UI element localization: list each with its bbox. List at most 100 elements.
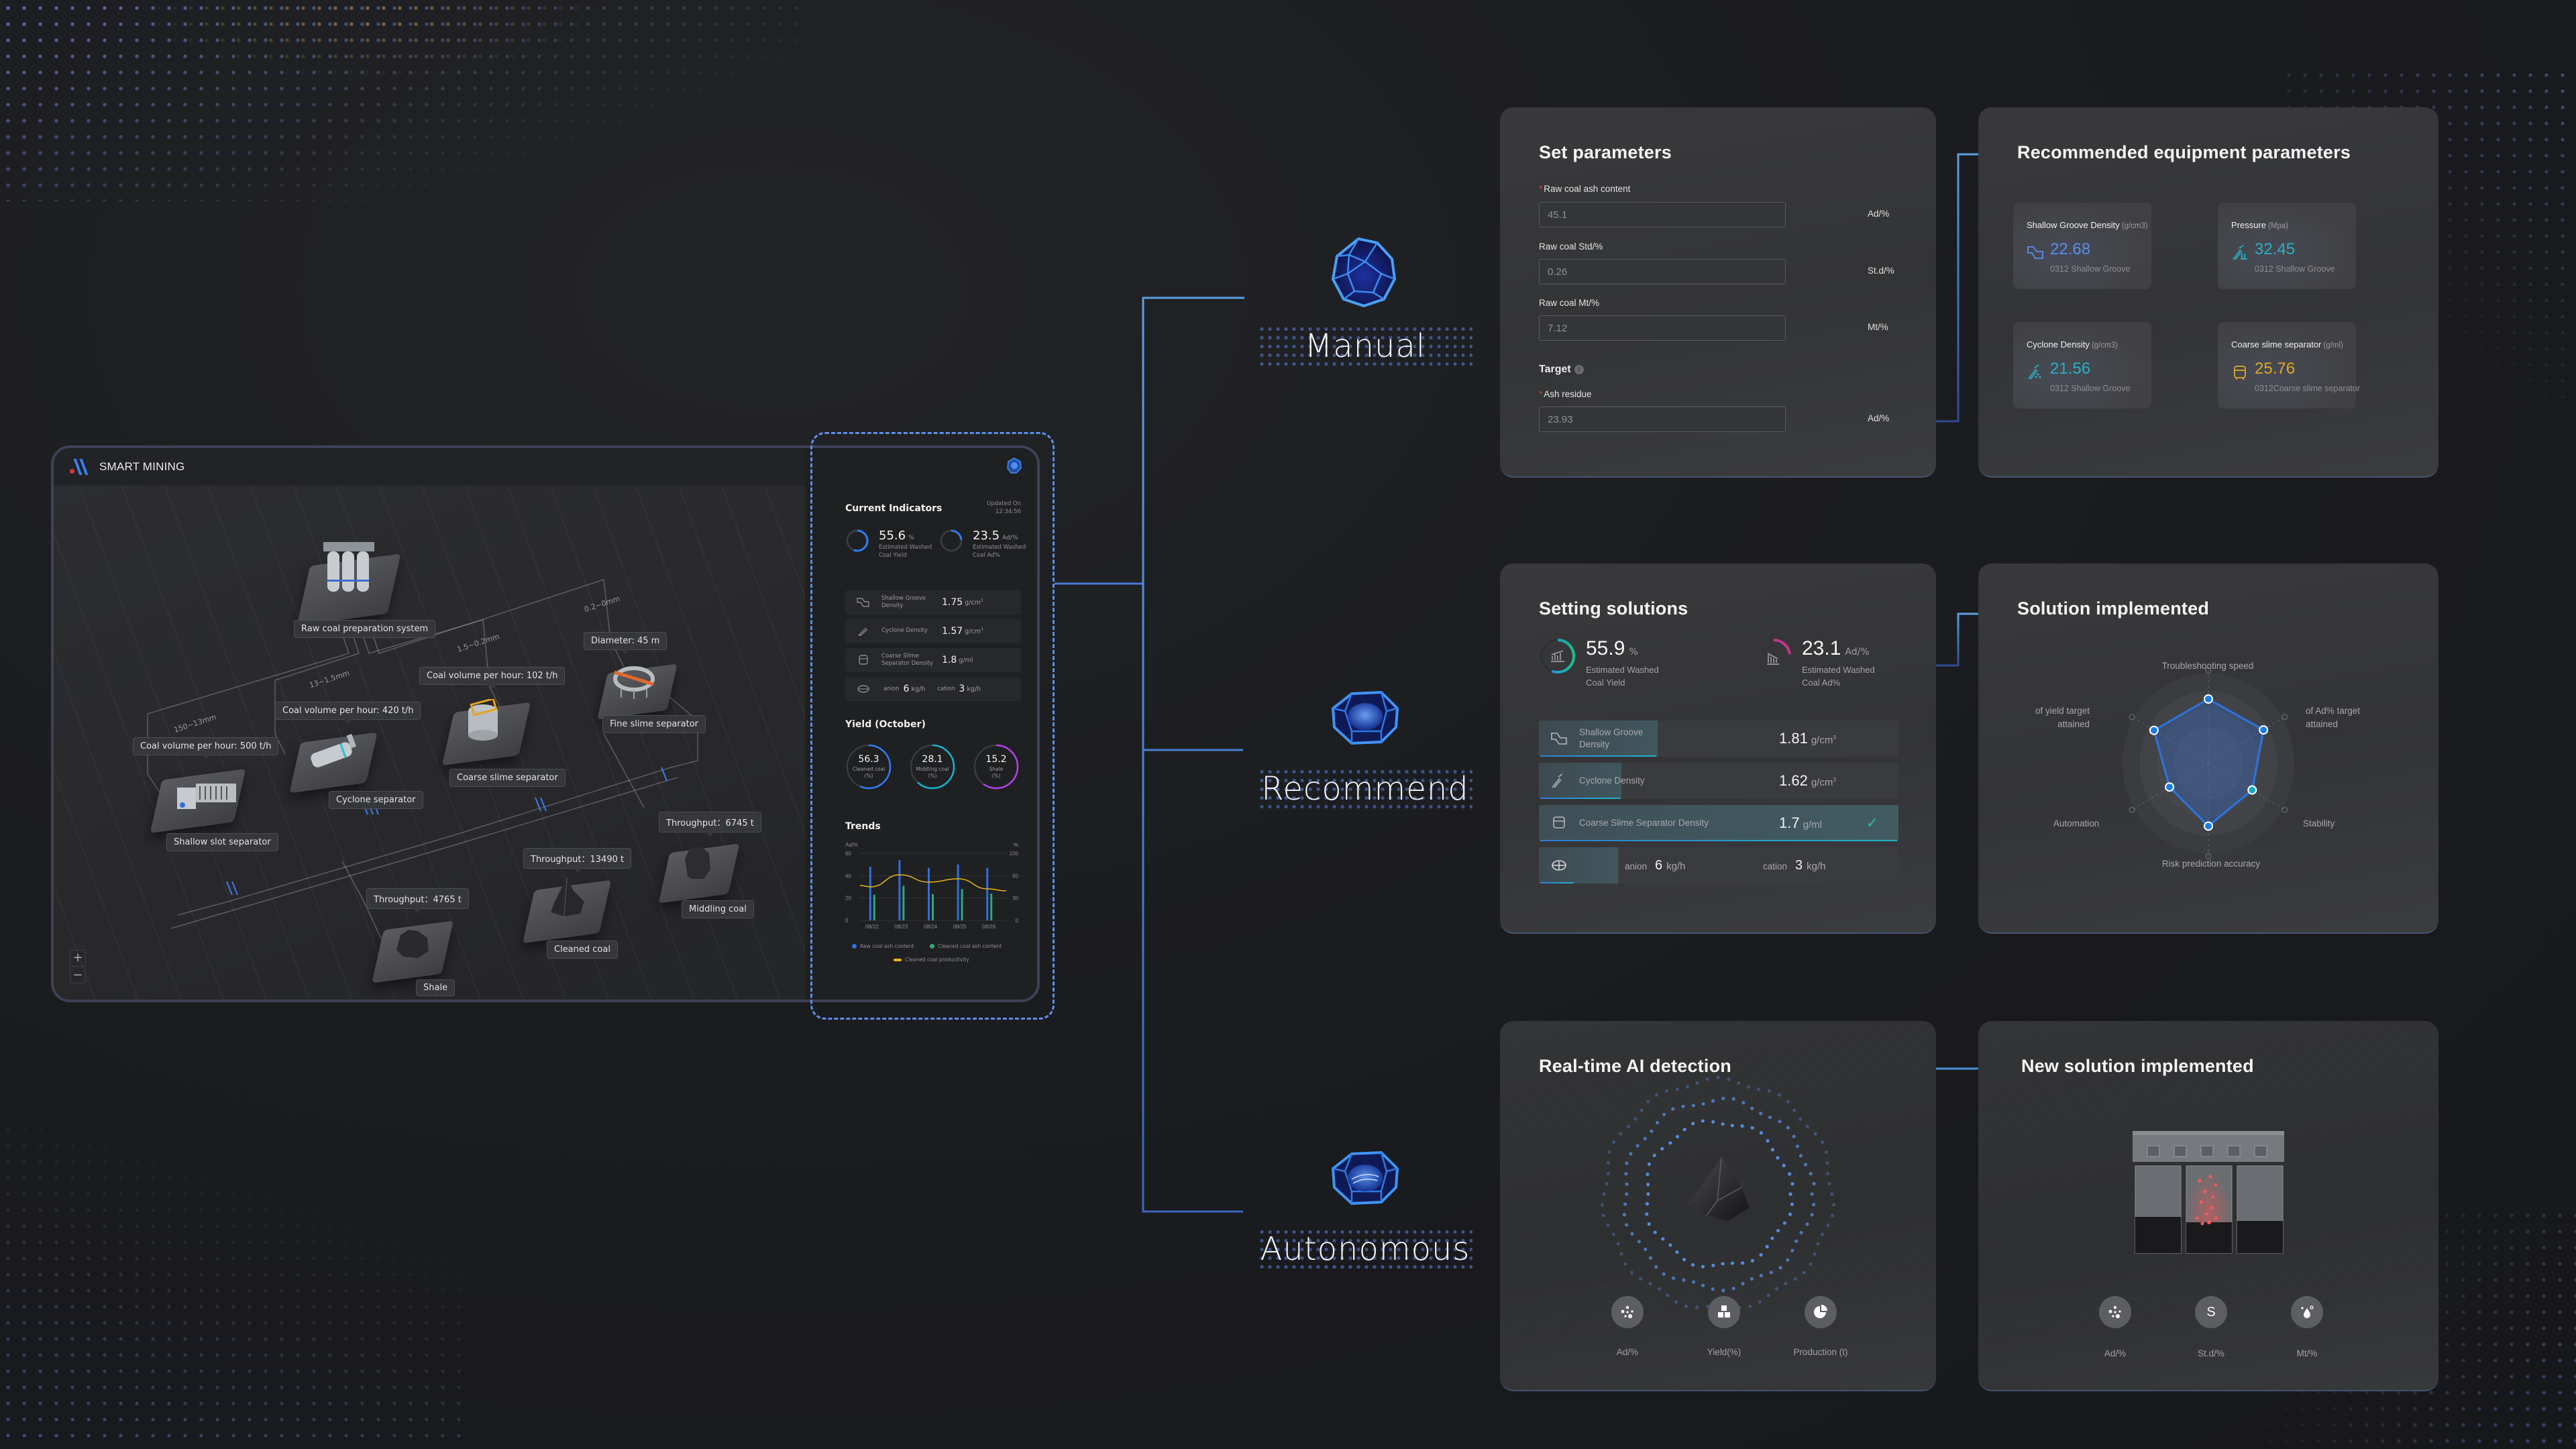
scan-dot — [1786, 1258, 1790, 1262]
scan-dot — [1650, 1129, 1654, 1133]
scan-dot — [1740, 1124, 1744, 1128]
raw-coal-ash-input[interactable] — [1539, 202, 1786, 227]
equipment-label[interactable]: Raw coal preparation system — [294, 620, 436, 638]
decorative-dot-grid — [134, 0, 604, 80]
equipment-label[interactable]: Coarse slime separator — [449, 769, 566, 787]
anion-unit: kg/h — [1666, 860, 1686, 872]
std-metric-button[interactable]: S — [2195, 1296, 2227, 1328]
card-title: Recommended equipment parameters — [2017, 142, 2351, 162]
scan-dot — [1701, 1119, 1705, 1123]
field-label: * Raw coal ash content — [1539, 184, 1631, 194]
scan-dot — [1741, 1101, 1746, 1105]
solution-row[interactable]: anion 6 kg/h cation 3 kg/h — [1539, 847, 1898, 883]
yield-metric-button[interactable] — [1708, 1296, 1740, 1328]
radar-axis-label: Risk prediction accuracy — [2161, 859, 2261, 869]
scan-dot — [1607, 1150, 1612, 1155]
recommended-tile: Shallow Groove Density (g/cm3) 22.68 0312… — [2013, 203, 2151, 289]
shallow-groove-icon — [1551, 733, 1567, 745]
row-bar — [1540, 882, 1574, 883]
mt-metric-button[interactable] — [2291, 1296, 2323, 1328]
moisture-icon — [2301, 1305, 2314, 1318]
scan-dot — [1653, 1230, 1657, 1234]
solution-row[interactable]: Shallow Groove Density 1.81 g/cm3 — [1539, 720, 1898, 757]
plant-map[interactable]: 150~13mm 13~1.5mm 1.5~0.2mm 0.2~0mm Raw … — [54, 486, 805, 1000]
scan-dot — [1810, 1192, 1814, 1196]
info-icon[interactable]: i — [1574, 365, 1584, 374]
scan-dot — [1691, 1104, 1695, 1108]
row-bar — [1540, 840, 1897, 841]
scan-dot — [1805, 1124, 1809, 1128]
scan-dot — [1748, 1304, 1752, 1308]
cyclone-icon — [1552, 773, 1563, 788]
recommended-tile: Coarse slime separator (g/ml) 25.76 0312C… — [2218, 322, 2360, 409]
tile-value: 32.45 — [2255, 240, 2296, 258]
metric-label: St.d/% — [2198, 1348, 2224, 1358]
scan-dot — [1737, 1081, 1741, 1085]
scan-dot — [1727, 1077, 1731, 1081]
card-title: Set parameters — [1539, 142, 1672, 162]
production-metric-button[interactable] — [1805, 1296, 1837, 1328]
scan-dot — [1625, 1161, 1629, 1165]
scan-dot — [1784, 1281, 1788, 1286]
scan-dot — [1741, 1281, 1745, 1286]
connector-line — [1142, 297, 1244, 1213]
row-name: Coarse Slime Separator Density — [1579, 817, 1709, 828]
scan-dot — [1786, 1126, 1790, 1130]
middling-coal-pile-icon — [685, 847, 710, 879]
raw-coal-mt-input[interactable] — [1539, 315, 1786, 341]
solution-row[interactable]: Cyclone Density 1.62 g/cm3 — [1539, 763, 1898, 799]
scan-dot — [1619, 1132, 1623, 1136]
equipment-label[interactable]: Fine slime separator — [602, 715, 706, 733]
ash-residue-input[interactable] — [1539, 407, 1786, 432]
fine-slime-separator-icon — [613, 666, 655, 699]
yield-indicator: 55.9% Estimated Washed Coal Yield — [1539, 637, 1659, 690]
scan-dot — [1831, 1214, 1835, 1218]
equipment-label[interactable]: Cyclone separator — [329, 791, 423, 809]
mode-manual[interactable]: Manual — [1258, 235, 1472, 368]
scan-dot — [1721, 1262, 1725, 1266]
ad-metric-button[interactable] — [1611, 1296, 1644, 1328]
row-bar — [1540, 798, 1621, 799]
scan-dot — [1788, 1212, 1792, 1216]
mode-autonomous[interactable]: Autonomous — [1258, 1138, 1472, 1271]
equipment-label[interactable]: Shallow slot separator — [166, 833, 278, 851]
scan-dot — [1660, 1146, 1664, 1150]
coal-sample-icon — [1686, 1157, 1750, 1221]
radar-axis-label: Stability — [2303, 818, 2335, 828]
card-title: New solution implemented — [2021, 1056, 2254, 1076]
zoom-in-button[interactable]: + — [72, 951, 83, 964]
scan-dot — [1832, 1203, 1836, 1207]
solution-row-selected[interactable]: Coarse Slime Separator Density 1.7 g/ml ✓ — [1539, 805, 1898, 841]
equipment-label[interactable]: Cleaned coal — [547, 941, 618, 959]
scan-dot — [1685, 1085, 1690, 1089]
metric-label: Mt/% — [2296, 1348, 2318, 1358]
mode-recommend[interactable]: Recommend — [1258, 678, 1472, 810]
equipment-label[interactable]: Middling coal — [682, 900, 754, 918]
equipment-callout: Coal volume per hour: 420 t/h — [275, 702, 421, 724]
smart-mining-logo-icon — [70, 459, 90, 475]
raw-coal-std-input[interactable] — [1539, 259, 1786, 284]
ad-metric-button[interactable] — [2099, 1296, 2131, 1328]
scan-dot — [1750, 1277, 1754, 1281]
decorative-dot-grid — [0, 0, 805, 201]
radar-point — [2204, 821, 2213, 831]
ash-ring — [1756, 639, 1791, 674]
anion-value: 6 — [1655, 857, 1663, 873]
equipment-label[interactable]: Shale — [416, 979, 455, 996]
scan-dot — [1786, 1099, 1790, 1104]
field-unit: St.d/% — [1868, 266, 1894, 276]
field-label: Raw coal Std/% — [1539, 241, 1603, 252]
zoom-out-button[interactable]: − — [72, 969, 83, 981]
tile-title: Coarse slime separator (g/ml) — [2231, 339, 2343, 350]
scan-dot — [1662, 1112, 1666, 1117]
radar-axis-label: of yield target attained — [2035, 706, 2090, 730]
scan-dot — [1750, 1106, 1754, 1110]
scan-dot — [1648, 1256, 1653, 1260]
scan-dot — [1691, 1122, 1695, 1126]
scan-dot — [1629, 1271, 1634, 1275]
scan-dot — [1730, 1261, 1735, 1265]
scan-dot — [1623, 1202, 1627, 1206]
radar-point — [2165, 782, 2175, 792]
scan-dot — [1611, 1232, 1616, 1236]
scan-dot — [1766, 1138, 1770, 1143]
